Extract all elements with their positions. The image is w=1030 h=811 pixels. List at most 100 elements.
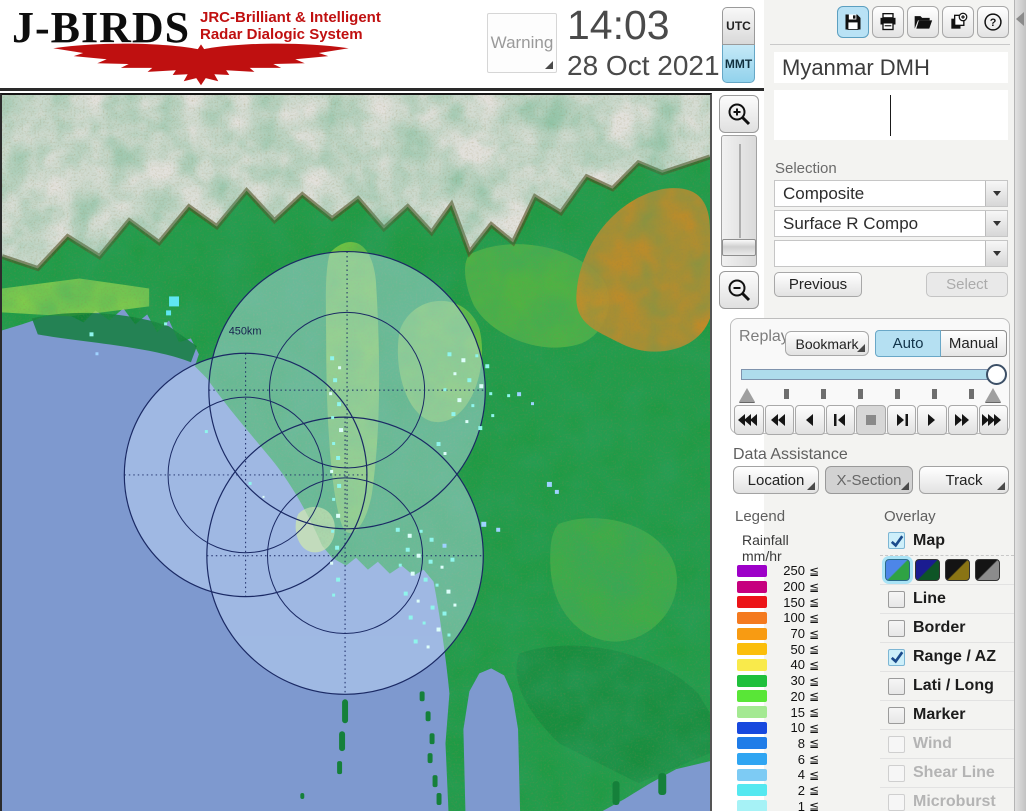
lati-long-checkbox[interactable] [888, 677, 905, 695]
legend-lte-symbol: ≦ [809, 736, 820, 751]
step-last-button[interactable] [886, 405, 917, 435]
legend-value: 100 [783, 610, 805, 626]
range-start-marker[interactable] [739, 388, 755, 402]
tick-mark [858, 389, 863, 399]
warning-button[interactable]: Warning [487, 13, 557, 73]
overlay-label: Marker [913, 706, 966, 723]
help-button[interactable]: ? [977, 6, 1009, 38]
track-button[interactable]: Track [919, 466, 1009, 494]
play-button[interactable] [917, 405, 947, 435]
save-button[interactable] [837, 6, 869, 38]
rainfall-legend: 250 ≦ 200 ≦ 150 ≦ 100 ≦ 70 ≦ 50 ≦ 40 ≦ 30 ≦ 20 ≦ 15 ≦ 10 ≦ 8 ≦ 6… [737, 563, 869, 811]
legend-row: 200 ≦ [737, 579, 869, 595]
stop-icon [866, 415, 877, 425]
select-button[interactable]: Select [926, 272, 1008, 297]
legend-row: 10 ≦ [737, 720, 869, 736]
legend-value: 4 [797, 767, 805, 783]
overlay-label: Line [913, 590, 946, 607]
map-style-3-button[interactable] [945, 559, 970, 581]
legend-color-swatch [737, 674, 767, 687]
export-image-button[interactable] [942, 6, 974, 38]
replay-slider-handle[interactable] [986, 364, 1007, 385]
legend-color-swatch [737, 580, 767, 593]
zoom-slider-track[interactable] [721, 135, 757, 267]
range-end-marker[interactable] [985, 388, 1001, 402]
save-icon [845, 14, 861, 30]
legend-row: 100 ≦ [737, 610, 869, 626]
stop-button[interactable] [856, 405, 886, 435]
x-section-button[interactable]: X-Section [825, 466, 913, 494]
zoom-out-button[interactable] [719, 271, 759, 309]
skip-back-button[interactable] [764, 405, 795, 435]
skip-forward-button[interactable] [947, 405, 978, 435]
lower-panel: Replay Bookmark Auto Manual Data Assista… [728, 310, 1014, 811]
bookmark-button[interactable]: Bookmark [785, 331, 869, 356]
legend-value: 8 [797, 735, 805, 751]
overlay-row-wind: Wind [880, 729, 1014, 758]
legend-row: 50 ≦ [737, 641, 869, 657]
legend-color-swatch [737, 596, 767, 609]
radar-map[interactable]: 450km [0, 93, 712, 811]
chevron-down-icon[interactable] [985, 181, 1007, 206]
overlay-row-marker: Marker [880, 700, 1014, 729]
product-type-dropdown[interactable]: Surface R Compo [774, 210, 1008, 237]
location-button[interactable]: Location [733, 466, 819, 494]
product-group-dropdown[interactable]: Composite [774, 180, 1008, 207]
zoom-in-icon [728, 103, 751, 126]
legend-lte-symbol: ≦ [809, 563, 820, 578]
legend-value: 2 [797, 782, 805, 798]
overlay-row-microburst: Microburst [880, 787, 1014, 811]
map-style-2-button[interactable] [915, 559, 940, 581]
collapse-panel-icon[interactable] [1016, 12, 1024, 26]
zoom-slider-handle[interactable] [722, 239, 756, 256]
play-reverse-button[interactable] [795, 405, 825, 435]
border-checkbox[interactable] [888, 619, 905, 637]
zoom-in-button[interactable] [719, 95, 759, 133]
fast-rewind-button[interactable] [734, 405, 764, 435]
legend-unit-rainfall: Rainfall [742, 532, 789, 548]
open-folder-button[interactable] [907, 6, 939, 38]
manual-button[interactable]: Manual [941, 330, 1007, 357]
step-first-icon [834, 414, 846, 426]
legend-lte-symbol: ≦ [809, 799, 820, 811]
legend-value: 70 [790, 626, 805, 642]
legend-value: 1 [797, 798, 805, 811]
product-option-dropdown[interactable] [774, 240, 1008, 267]
legend-row: 20 ≦ [737, 689, 869, 705]
chevron-down-icon[interactable] [985, 241, 1007, 266]
range-az-checkbox[interactable] [888, 648, 905, 666]
legend-value: 40 [790, 657, 805, 673]
tick-mark [969, 389, 974, 399]
map-zoom-control [717, 95, 763, 311]
legend-lte-symbol: ≦ [809, 579, 820, 594]
export-image-icon [951, 12, 968, 29]
map-checkbox[interactable] [888, 532, 905, 549]
previous-button[interactable]: Previous [774, 272, 862, 297]
clock-time: 14:03 [567, 2, 670, 48]
legend-color-swatch [737, 768, 767, 781]
wind-checkbox [888, 735, 905, 753]
map-style-swatches [880, 555, 1014, 584]
print-button[interactable] [872, 6, 904, 38]
legend-lte-symbol: ≦ [809, 783, 820, 798]
mmt-button[interactable]: MMT [722, 45, 755, 83]
play-icon [928, 414, 936, 426]
panel-splitter[interactable] [1014, 0, 1026, 811]
station-selector-box[interactable] [774, 90, 1008, 140]
line-checkbox[interactable] [888, 590, 905, 608]
help-icon: ? [984, 13, 1002, 31]
legend-value: 10 [790, 720, 805, 736]
overlay-row-range-az: Range / AZ [880, 642, 1014, 671]
fast-forward-button[interactable] [978, 405, 1009, 435]
auto-button[interactable]: Auto [875, 330, 941, 357]
marker-checkbox[interactable] [888, 706, 905, 724]
legend-value: 150 [783, 594, 805, 610]
utc-button[interactable]: UTC [722, 7, 755, 45]
step-first-button[interactable] [825, 405, 856, 435]
checkmark-icon [890, 651, 903, 664]
replay-progress-slider[interactable] [741, 364, 1007, 385]
map-style-4-button[interactable] [975, 559, 1000, 581]
chevron-down-icon[interactable] [985, 211, 1007, 236]
map-style-1-button[interactable] [885, 559, 910, 581]
tick-mark [932, 389, 937, 399]
